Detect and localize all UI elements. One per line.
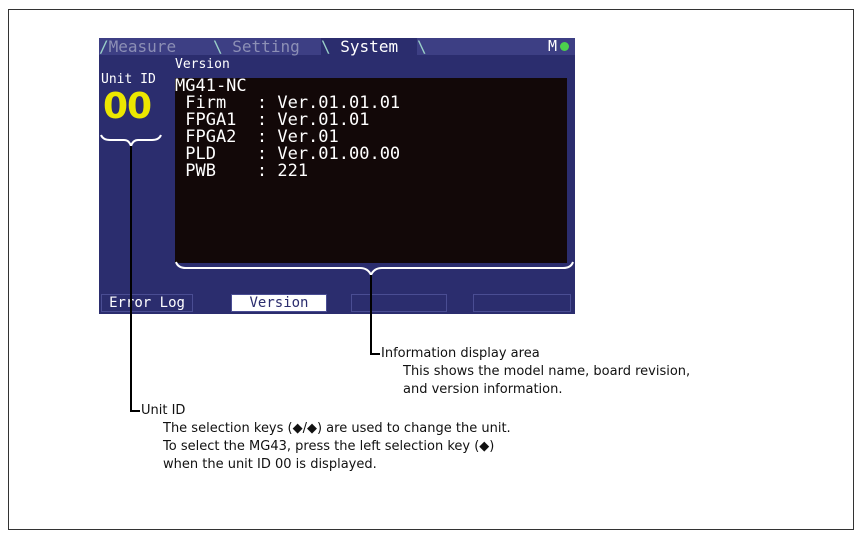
info-area-callout-title: Information display area [381, 346, 540, 361]
callout-line-info-horizontal [370, 353, 380, 355]
callout-line-unit-vertical [130, 146, 132, 412]
unit-id-callout-text-2: To select the MG43, press the left selec… [163, 439, 495, 454]
info-area-callout-text-2: and version information. [403, 382, 563, 397]
unit-id-callout-text-1: The selection keys (◆/◆) are used to cha… [163, 421, 511, 436]
callout-line-unit-horizontal [130, 410, 140, 412]
unit-id-callout-text-3: when the unit ID 00 is displayed. [163, 457, 377, 472]
unit-id-callout-title: Unit ID [141, 403, 186, 418]
info-area-callout-text-1: This shows the model name, board revisio… [403, 364, 691, 379]
callout-line-info-vertical [370, 275, 372, 355]
